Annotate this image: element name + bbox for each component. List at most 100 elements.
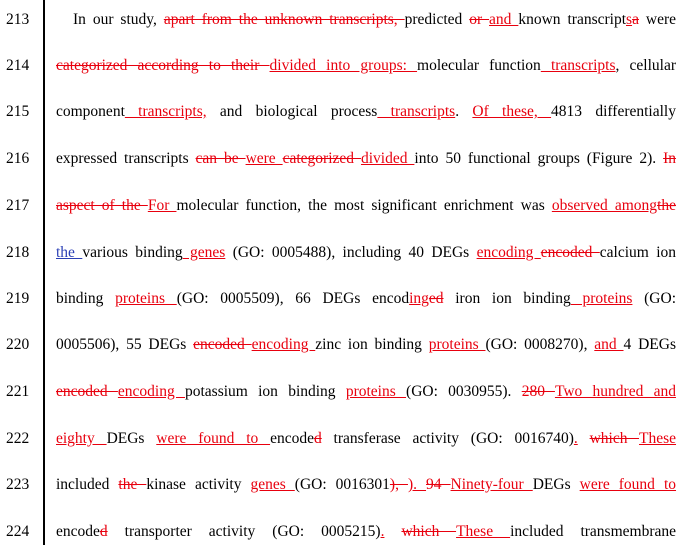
text-run: expressed transcripts	[56, 150, 196, 167]
tracked-insertion: were found to	[579, 476, 677, 493]
tracked-deletion: In	[663, 150, 676, 167]
line-number: 216	[6, 150, 30, 167]
text-run: calcium ion	[599, 244, 677, 261]
text-run: In our study,	[73, 11, 164, 28]
tracked-insertion: For	[147, 197, 177, 214]
tracked-insertion: These	[456, 523, 511, 540]
line-text[interactable]: encoded transporter activity (GO: 000521…	[56, 520, 676, 544]
tracked-deletion: ed	[428, 290, 444, 307]
text-run: (GO: 0008270),	[485, 336, 595, 353]
line-number: 213	[6, 11, 30, 28]
tracked-insertion: Ninety-four	[450, 476, 533, 493]
text-run: molecular function	[417, 57, 541, 74]
line-text[interactable]: expressed transcripts can be were catego…	[56, 147, 676, 171]
tracked-insertion: Of these,	[472, 103, 552, 120]
document-line: 222 eighty DEGs were found to encoded tra…	[0, 427, 682, 451]
line-text[interactable]: 0005506), 55 DEGs encoded encoding zinc …	[56, 333, 676, 357]
tracked-insertion: encoding	[476, 244, 541, 261]
text-run: were	[638, 11, 676, 28]
tracked-insertion: encoding	[117, 383, 185, 400]
text-run: molecular function, the most significant…	[176, 197, 552, 214]
text-run: , cellular	[615, 57, 676, 74]
tracked-deletion: 94	[426, 476, 451, 493]
tracked-deletion: categorized	[282, 150, 361, 167]
tracked-deletion: d	[99, 523, 108, 540]
tracked-insertion: transcripts	[540, 57, 616, 74]
tracked-insertion: were	[245, 150, 283, 167]
text-run: (GO:	[632, 290, 676, 307]
line-number: 221	[6, 383, 30, 400]
tracked-insertion: Two hundred and	[554, 383, 676, 400]
document-line: 224 encoded transporter activity (GO: 000…	[0, 520, 682, 544]
text-run: 4813 differentially	[551, 103, 676, 120]
tracked-insertion: proteins	[428, 336, 486, 353]
line-number: 224	[6, 523, 30, 540]
text-run: zinc ion binding	[315, 336, 429, 353]
tracked-insertion: transcripts,	[124, 103, 207, 120]
line-text[interactable]: included the kinase activity genes (GO: …	[56, 473, 676, 497]
tracked-insertion: ing	[409, 290, 429, 307]
line-number: 218	[6, 244, 30, 261]
text-run: predicted	[404, 11, 470, 28]
tracked-deletion: 280	[521, 383, 555, 400]
line-text[interactable]: binding proteins (GO: 0005509), 66 DEGs …	[56, 287, 676, 311]
line-number: 215	[6, 103, 30, 120]
text-run: kinase activity	[146, 476, 251, 493]
tracked-deletion: ),	[389, 476, 408, 493]
tracked-deletion: apart from the unknown transcripts,	[163, 11, 405, 28]
tracked-deletion: the	[118, 476, 147, 493]
document-line: 217 aspect of the For molecular function,…	[0, 194, 682, 218]
line-text[interactable]: aspect of the For molecular function, th…	[56, 194, 676, 218]
tracked-insertion: genes	[182, 244, 226, 261]
text-run: transporter activity (GO: 0005215)	[107, 523, 381, 540]
tracked-deletion: which	[401, 523, 457, 540]
tracked-deletion: encoded	[193, 336, 252, 353]
document-line: 216 expressed transcripts can be were cat…	[0, 147, 682, 171]
tracked-deletion: which	[589, 430, 639, 447]
tracked-insertion: These	[639, 430, 677, 447]
tracked-deletion: a	[632, 11, 639, 28]
tracked-deletion: aspect of the	[56, 197, 148, 214]
text-run: (GO: 0030955).	[406, 383, 522, 400]
tracked-insertion: were found to	[156, 430, 271, 447]
tracked-deletion: the	[657, 197, 676, 214]
text-run: 4 DEGs	[623, 336, 676, 353]
text-run: iron ion binding	[443, 290, 571, 307]
document-line: 215 component transcripts, and biological…	[0, 100, 682, 124]
tracked-deletion: encoded	[540, 244, 600, 261]
document-line: 221 encoded encoding potassium ion bindin…	[0, 380, 682, 404]
line-text[interactable]: eighty DEGs were found to encoded transf…	[56, 427, 676, 451]
tracked-insertion: divided into groups:	[269, 57, 418, 74]
tracked-insertion: encoding	[251, 336, 316, 353]
line-number: 217	[6, 197, 30, 214]
tracked-insertion: ).	[407, 476, 427, 493]
text-run: potassium ion binding	[185, 383, 346, 400]
line-text[interactable]: categorized according to their divided i…	[56, 54, 676, 78]
text-run: various binding	[82, 244, 183, 261]
text-run: into 50 functional groups (Figure 2).	[414, 150, 664, 167]
tracked-deletion: encoded	[56, 383, 118, 400]
line-text[interactable]: the various binding genes (GO: 0005488),…	[56, 241, 676, 265]
text-run: encode	[270, 430, 314, 447]
text-run	[578, 430, 590, 447]
line-number: 214	[6, 57, 30, 74]
tracked-insertion: and	[489, 11, 519, 28]
text-run: .	[455, 103, 473, 120]
text-run: binding	[56, 290, 116, 307]
document-line: 213 In our study, apart from the unknown …	[0, 8, 682, 32]
line-text[interactable]: In our study, apart from the unknown tra…	[73, 8, 676, 32]
text-run: included	[56, 476, 119, 493]
tracked-insertion: the	[56, 244, 83, 261]
text-run: 0005506), 55 DEGs	[56, 336, 194, 353]
tracked-deletion: categorized according to their	[56, 57, 270, 74]
line-text[interactable]: component transcripts, and biological pr…	[56, 100, 676, 124]
text-run: included transmembrane	[510, 523, 676, 540]
tracked-insertion: transcripts	[377, 103, 456, 120]
text-run	[384, 523, 401, 540]
tracked-insertion: divided	[360, 150, 415, 167]
line-text[interactable]: encoded encoding potassium ion binding p…	[56, 380, 676, 404]
document-line: 223 included the kinase activity genes (G…	[0, 473, 682, 497]
text-run: (GO: 0005488), including 40 DEGs	[225, 244, 477, 261]
document-line: 214 categorized according to their divide…	[0, 54, 682, 78]
line-number: 219	[6, 290, 30, 307]
